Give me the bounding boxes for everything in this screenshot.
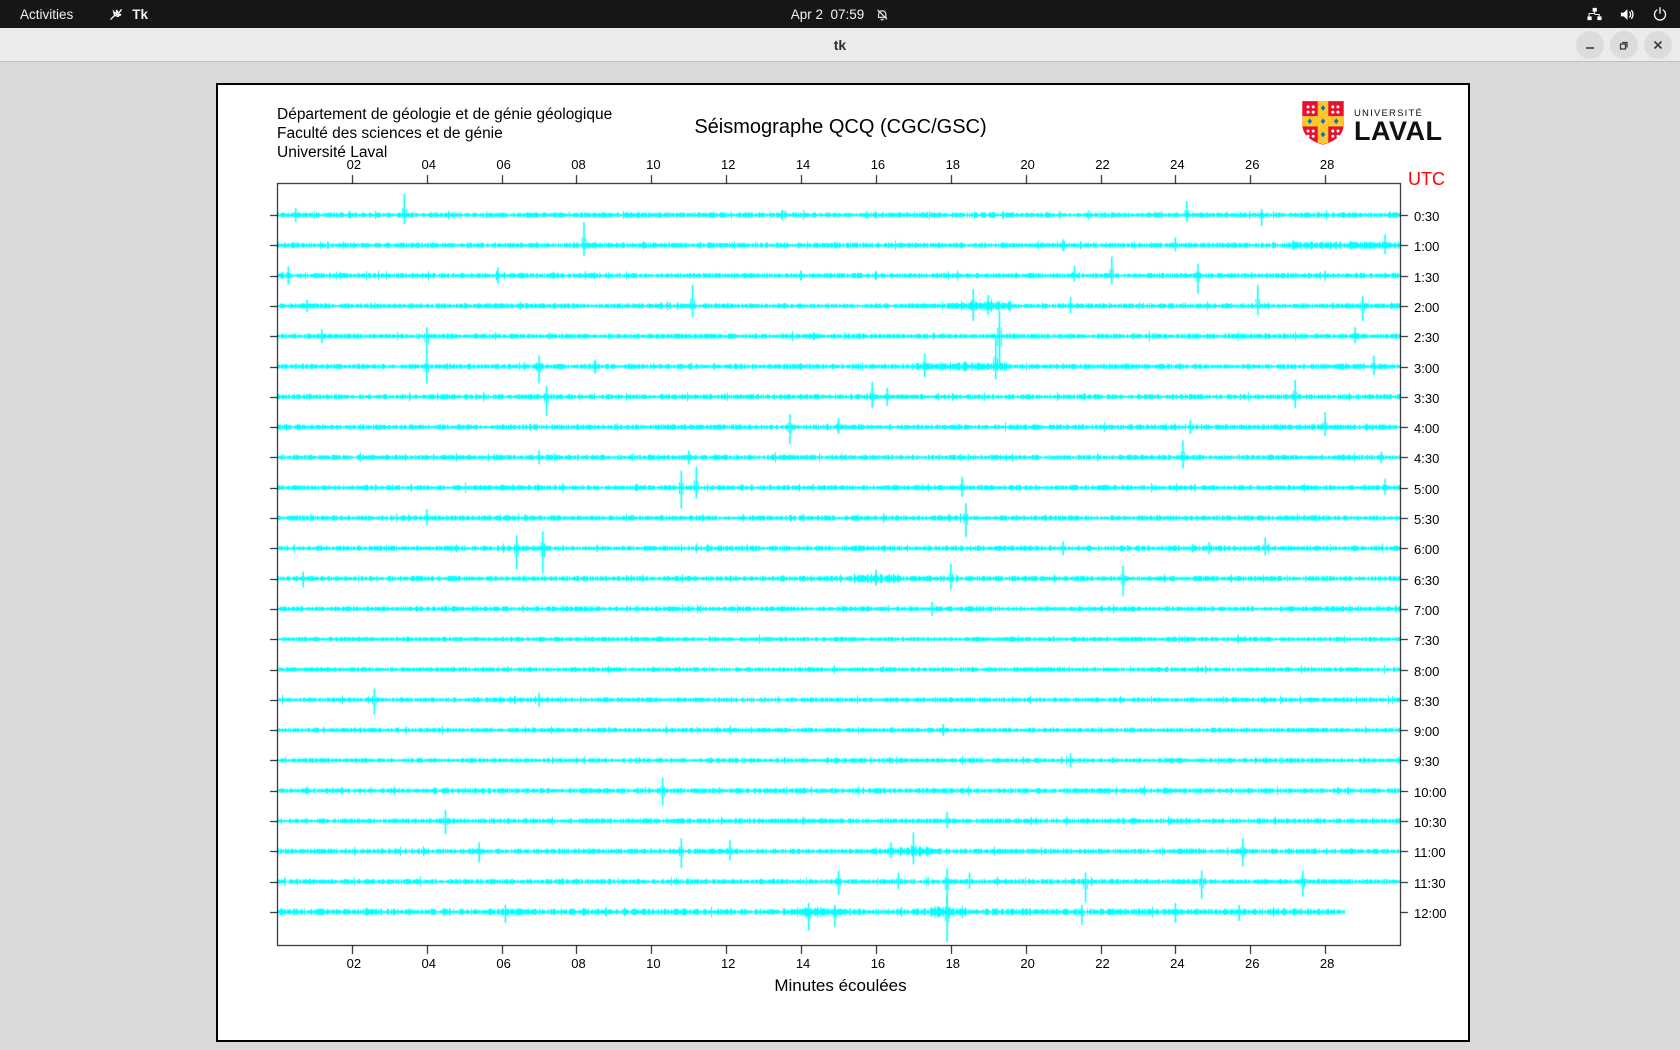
utc-row-label: 8:30 <box>1414 693 1440 709</box>
x-tick-label-top: 26 <box>1245 157 1260 172</box>
x-axis-title: Minutes écoulées <box>774 976 907 995</box>
x-tick-label-top: 10 <box>646 157 661 172</box>
seismograph-panel: Département de géologie et de génie géol… <box>216 83 1470 1042</box>
volume-icon <box>1619 6 1636 23</box>
x-tick-label-bottom: 08 <box>571 956 586 971</box>
utc-row-label: 2:30 <box>1414 330 1440 346</box>
utc-row-label: 5:30 <box>1414 512 1440 527</box>
utc-row-label: 9:30 <box>1414 754 1440 770</box>
utc-row-label: 10:30 <box>1414 815 1447 830</box>
utc-row-label: 6:30 <box>1414 572 1440 588</box>
utc-row-label: 8:00 <box>1414 663 1440 679</box>
system-status-area[interactable] <box>1586 0 1668 28</box>
utc-row-label: 1:30 <box>1414 269 1440 285</box>
utc-row-label: 2:00 <box>1414 299 1440 315</box>
clock-menu[interactable]: Apr 2 07:59 <box>791 0 890 28</box>
tk-window-content: Département de géologie et de génie géol… <box>0 62 1680 1050</box>
clock-text: Apr 2 07:59 <box>790 6 865 22</box>
network-wired-icon <box>1586 6 1603 23</box>
x-tick-label-top: 16 <box>870 157 886 172</box>
utc-row-label: 6:00 <box>1414 542 1440 558</box>
utc-row-label: 4:30 <box>1414 451 1440 467</box>
maximize-button[interactable] <box>1610 31 1638 59</box>
x-tick-label-bottom: 26 <box>1245 956 1260 971</box>
tk-app-icon <box>109 7 124 22</box>
utc-row-label: 3:30 <box>1414 390 1440 406</box>
x-tick-label-bottom: 04 <box>421 956 436 971</box>
window-title: tk <box>833 37 847 53</box>
x-tick-label-top: 28 <box>1319 157 1335 172</box>
gnome-top-bar: Activities Tk Apr 2 07:59 <box>0 0 1680 28</box>
x-tick-label-bottom: 06 <box>496 956 511 971</box>
utc-row-label: 0:30 <box>1414 209 1440 224</box>
utc-row-label: 7:00 <box>1414 602 1440 618</box>
x-tick-label-bottom: 20 <box>1020 956 1035 971</box>
x-tick-label-bottom: 12 <box>720 956 736 971</box>
x-tick-label-bottom: 22 <box>1095 956 1110 971</box>
x-tick-label-bottom: 28 <box>1319 956 1335 971</box>
utc-row-label: 11:30 <box>1414 875 1446 891</box>
power-icon <box>1652 6 1668 22</box>
utc-row-label: 3:00 <box>1414 360 1440 376</box>
notifications-muted-icon <box>874 7 889 22</box>
utc-row-label: 1:00 <box>1414 239 1440 255</box>
utc-row-label: 9:00 <box>1414 724 1440 740</box>
utc-row-label: 10:00 <box>1414 784 1447 800</box>
x-tick-label-bottom: 14 <box>795 956 811 971</box>
x-tick-label-top: 06 <box>496 157 511 172</box>
x-tick-label-top: 20 <box>1020 157 1035 172</box>
x-tick-label-bottom: 02 <box>346 956 362 971</box>
x-tick-label-top: 12 <box>720 157 736 172</box>
x-tick-label-bottom: 16 <box>870 956 886 971</box>
window-controls <box>1576 30 1672 60</box>
x-tick-label-top: 08 <box>571 157 586 172</box>
activities-button[interactable]: Activities <box>10 0 83 28</box>
focused-app-name: Tk <box>132 6 149 22</box>
x-tick-label-bottom: 10 <box>646 956 661 971</box>
window-titlebar[interactable]: tk <box>0 28 1680 62</box>
utc-axis-label: UTC <box>1408 169 1445 189</box>
utc-row-label: 7:30 <box>1414 633 1440 649</box>
x-tick-label-top: 22 <box>1095 157 1110 172</box>
header-line-3: Université Laval <box>277 144 388 161</box>
x-tick-label-bottom: 18 <box>945 956 961 971</box>
minimize-button[interactable] <box>1576 31 1604 59</box>
desktop-screen: Activities Tk Apr 2 07:59 tk Département… <box>0 0 1680 1050</box>
x-tick-label-top: 18 <box>945 157 961 172</box>
close-button[interactable] <box>1644 31 1672 59</box>
utc-row-label: 4:00 <box>1414 421 1440 437</box>
laval-shield-icon <box>1300 100 1346 151</box>
x-tick-label-top: 02 <box>346 157 362 172</box>
plot-title: Séismographe QCQ (CGC/GSC) <box>694 116 987 138</box>
x-tick-label-top: 24 <box>1170 157 1185 172</box>
utc-row-label: 11:00 <box>1414 845 1446 861</box>
x-tick-label-top: 14 <box>795 157 811 172</box>
utc-row-label: 5:00 <box>1414 481 1440 497</box>
logo-text-laval: LAVAL <box>1354 115 1443 146</box>
x-tick-label-bottom: 24 <box>1170 956 1185 971</box>
x-tick-label-top: 04 <box>421 157 436 172</box>
utc-row-label: 12:00 <box>1414 905 1447 921</box>
focused-app-menu[interactable]: Tk <box>109 7 148 22</box>
seismogram-plot <box>218 85 1468 1040</box>
universite-laval-logo: UNIVERSITÉ LAVAL <box>1300 100 1442 151</box>
